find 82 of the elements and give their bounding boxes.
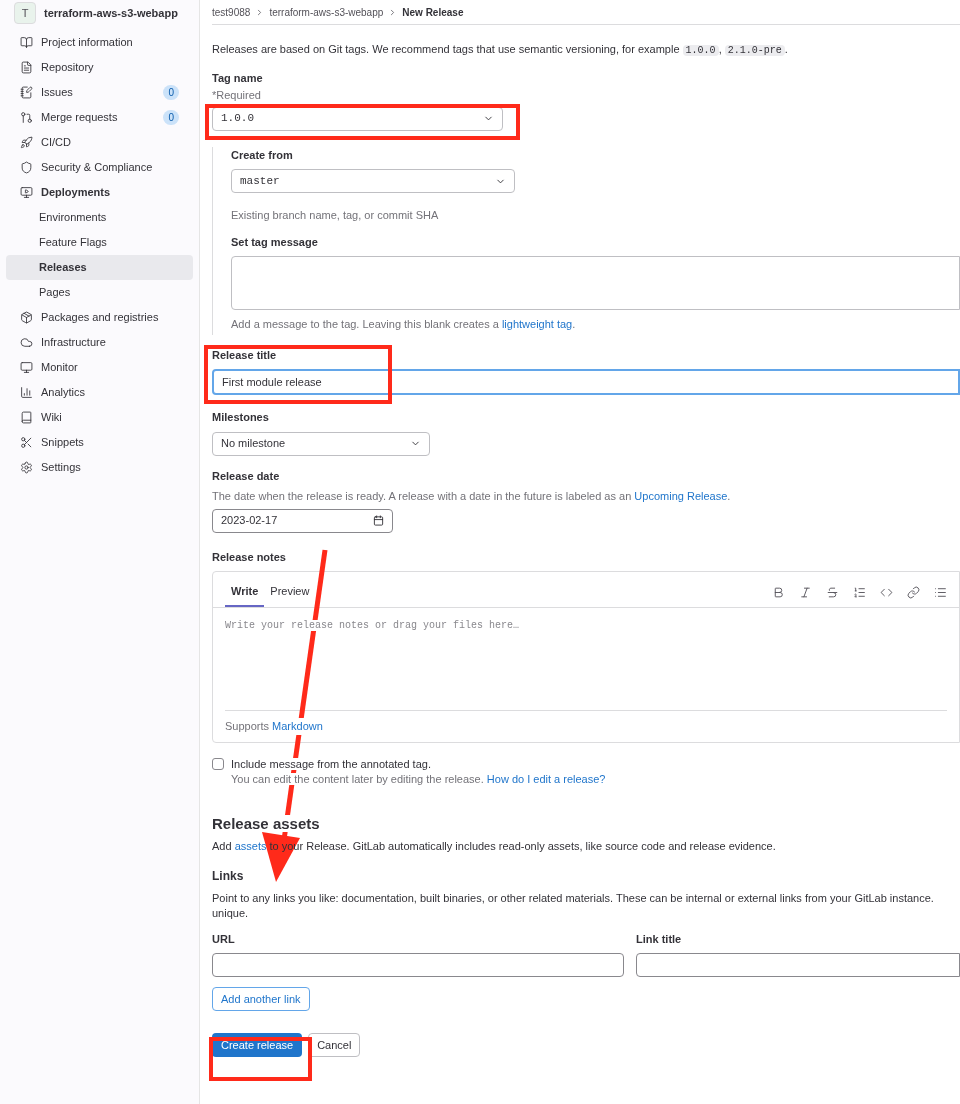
breadcrumb-link[interactable]: terraform-aws-s3-webapp [269,4,384,20]
sidebar-item[interactable]: Security & Compliance [6,155,193,180]
sidebar-item[interactable]: Settings [6,455,193,480]
sidebar-subitem[interactable]: Pages [6,280,193,305]
sidebar-subitem[interactable]: Feature Flags [6,230,193,255]
checkbox[interactable] [212,758,224,770]
field-label: Milestones [212,410,270,425]
sidebar-item[interactable]: Deployments [6,180,193,205]
count-badge: 0 [163,85,179,100]
sidebar-subitem[interactable]: Environments [6,205,193,230]
markdown-link[interactable]: Markdown [272,720,323,733]
assets-link[interactable]: assets [234,840,267,852]
package-icon [20,311,33,324]
sidebar-subitem[interactable]: Releases [6,255,193,280]
markdown-note: Supports Markdown [225,718,323,735]
shield-icon [20,161,33,174]
links-heading: Links [212,867,245,885]
edit-release-link[interactable]: How do I edit a release? [486,773,606,785]
release-date-field[interactable]: 2023-02-17 [212,508,393,533]
sidebar-item[interactable]: Wiki [6,405,193,430]
create-from-dropdown[interactable]: master [231,169,515,193]
required-hint: *Required [212,87,262,102]
help-text: The date when the release is ready. A release with a date in the future is labeled as an Upcoming Release. [212,489,732,504]
count-badge: 0 [163,110,179,125]
field-label: Set tag message [231,234,319,250]
help-text: Add a message to the tag. Leaving this blank creates a lightweight tag. [231,317,577,332]
merge-request-icon [20,111,33,124]
field-label: Create from [231,147,294,163]
help-text: Existing branch name, tag, or commit SHA [231,208,440,223]
url-field[interactable] [212,953,624,977]
code-icon[interactable] [880,586,893,599]
sidebar-item[interactable]: Monitor [6,355,193,380]
field-label: Release notes [212,549,287,565]
checkbox-label: Include message from the annotated tag. [231,758,431,770]
link-icon[interactable] [907,586,920,599]
sidebar-item[interactable]: Merge requests 0 [6,105,193,130]
placeholder-text: Write your release notes or drag your files here… [225,620,520,631]
project-name[interactable]: terraform-aws-s3-webapp [44,4,178,22]
sidebar-item[interactable]: Project information [6,30,193,55]
sidebar-item[interactable]: Analytics [6,380,193,405]
project-avatar: T [14,2,36,24]
sidebar-item[interactable]: Packages and registries [6,305,193,330]
field-label: Link title [636,931,683,947]
monitor-icon [20,361,33,374]
breadcrumb-link[interactable]: New Release [402,4,464,20]
sidebar-item[interactable]: Snippets [6,430,193,455]
bar-chart-icon [20,386,33,399]
strikethrough-icon[interactable] [826,586,839,599]
tag-message-field[interactable] [231,256,960,310]
document-icon [20,61,33,74]
field-label: Release date [212,468,281,484]
links-text: Point to any links you like: documentation, built binaries, or other related materials. These can be internal or external links from your GitLab instance. unique. [212,890,935,921]
breadcrumb-link[interactable]: test9088 [212,4,251,20]
sidebar-item[interactable]: Issues 0 [6,80,193,105]
book-icon [20,411,33,424]
intro-text: Releases are based on Git tags. We recommend tags that use semantic versioning, for example 1.0.0 , 2.1.0-pre . [212,42,789,58]
book-icon [20,36,33,49]
release-title-field[interactable]: First module release [212,369,960,395]
help-text: You can edit the content later by editing the release. How do I edit a release? [231,773,606,785]
field-label: Tag name [212,71,264,86]
sidebar-item[interactable]: CI/CD [6,130,193,155]
deployment-icon [20,186,33,199]
link-title-field[interactable] [636,953,960,977]
sidebar-item[interactable]: Infrastructure [6,330,193,355]
editor-tab[interactable]: Write [225,582,265,607]
calendar-icon [373,515,384,526]
rocket-icon [20,136,33,149]
field-label: URL [212,931,236,947]
scissors-icon [20,436,33,449]
bold-icon[interactable] [772,586,785,599]
cloud-icon [20,336,33,349]
section-heading: Release assets [212,815,320,832]
field-label: Release title [212,347,278,363]
editor-tab[interactable]: Preview [264,582,316,607]
sidebar-item[interactable]: Repository [6,55,193,80]
settings-icon [20,461,33,474]
add-link-button[interactable]: Add another link [212,987,310,1011]
numbered-list-icon[interactable] [853,586,866,599]
issue-icon [20,86,33,99]
milestone-dropdown[interactable]: No milestone [212,431,430,456]
italic-icon[interactable] [799,586,812,599]
bullet-list-icon[interactable] [934,586,947,599]
